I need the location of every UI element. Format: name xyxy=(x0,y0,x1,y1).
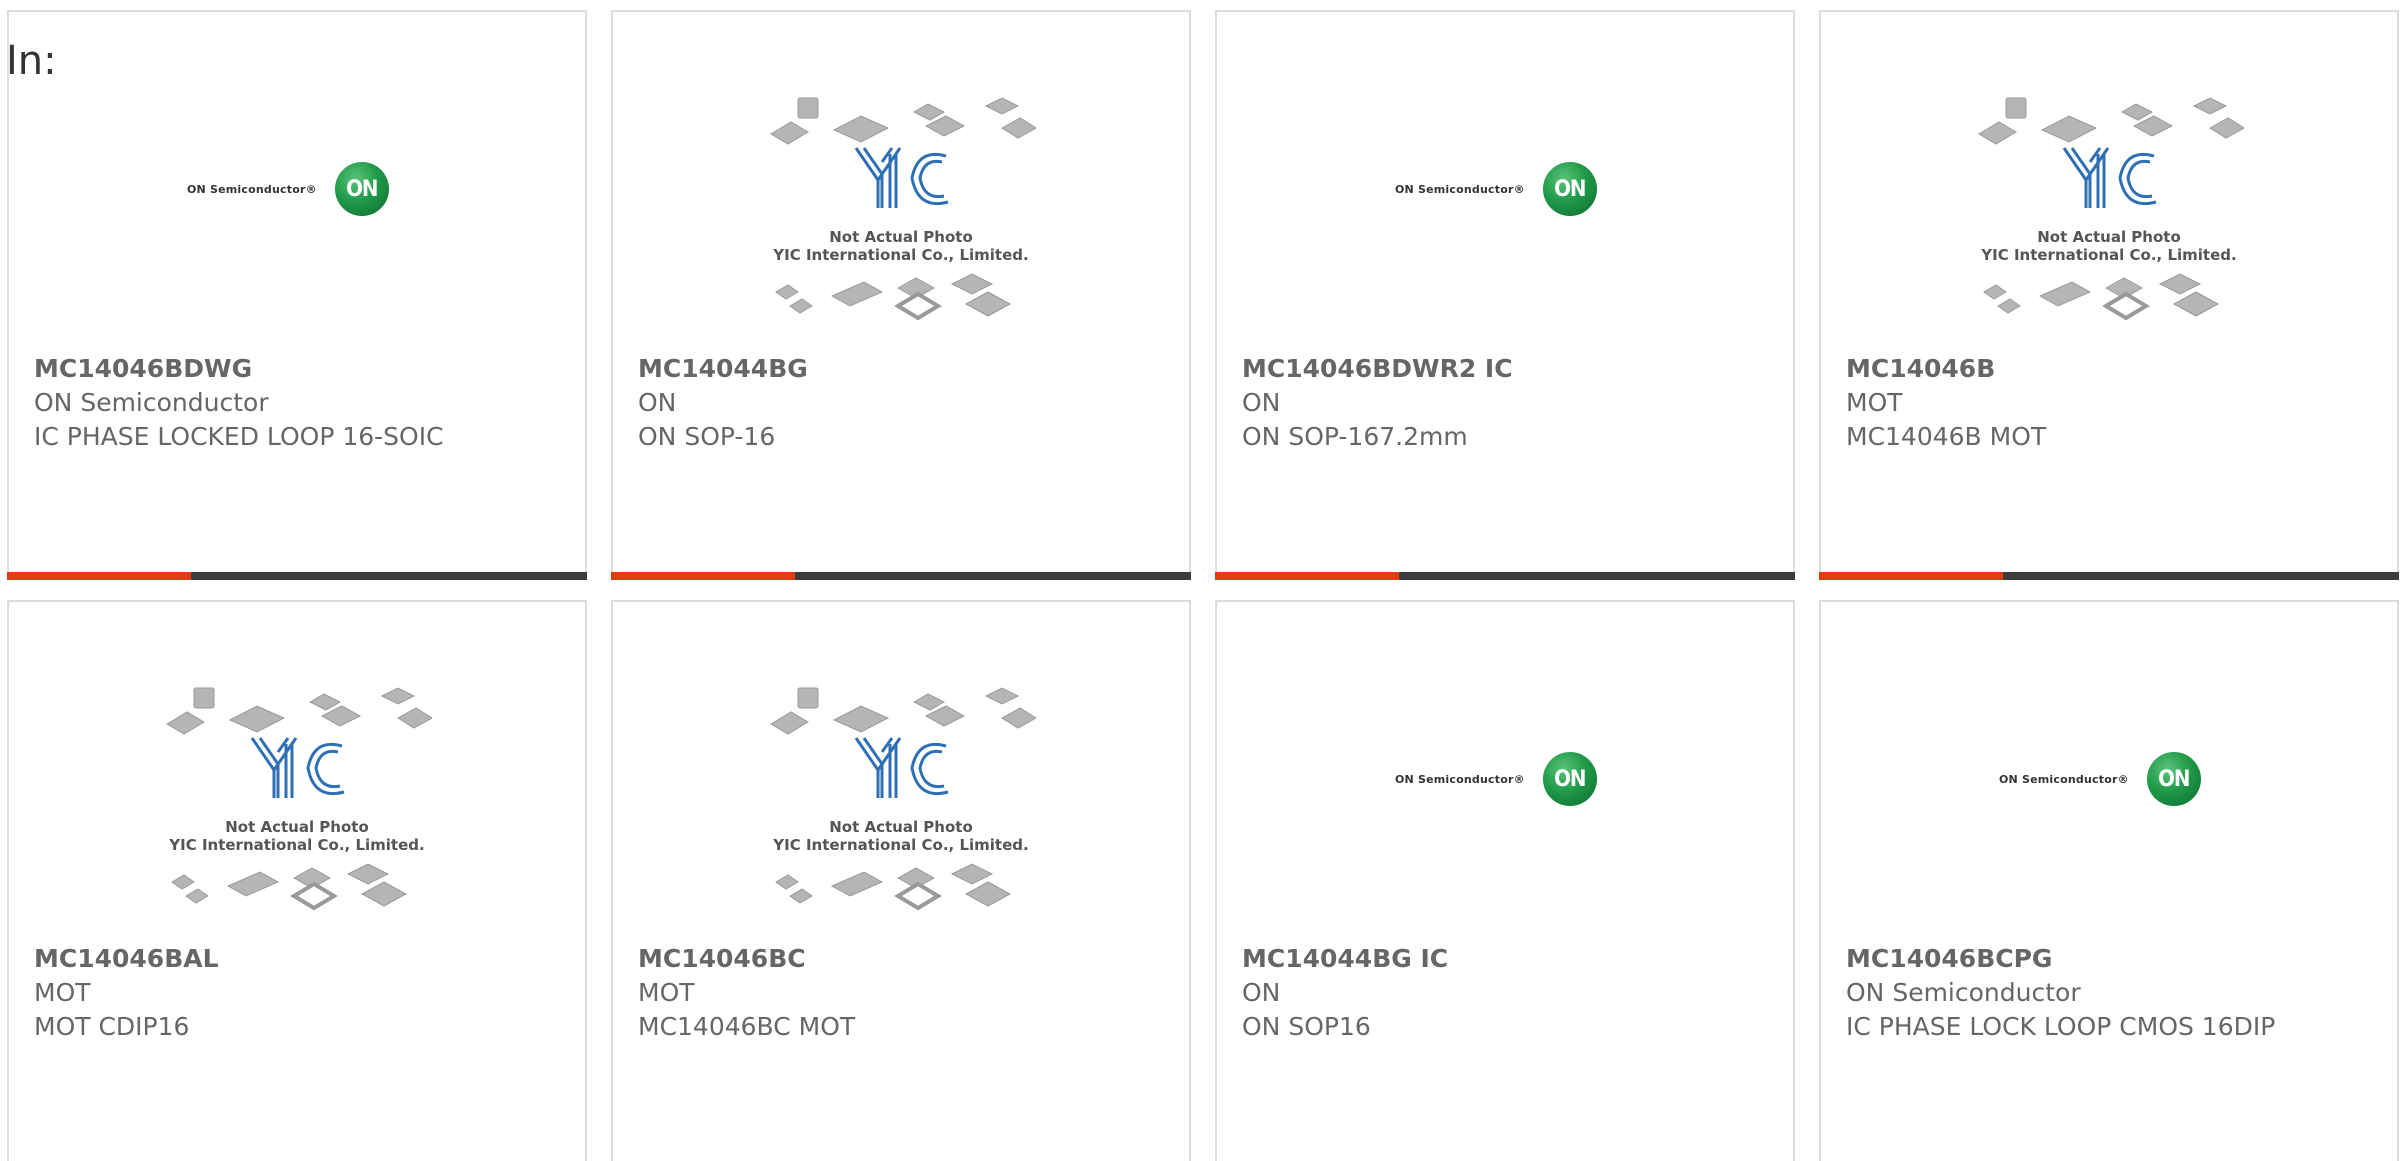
description: MOT CDIP16 xyxy=(34,1012,190,1041)
on-circle-icon: ON xyxy=(334,162,389,216)
product-image[interactable]: ON Semiconductor® ON xyxy=(1821,682,2397,952)
product-image[interactable]: Not Actual Photo YIC International Co., … xyxy=(613,92,1189,362)
chip-packages-icon xyxy=(1978,97,2245,321)
yic-placeholder-image: Not Actual Photo YIC International Co., … xyxy=(1974,92,2245,332)
manufacturer: MOT xyxy=(34,978,91,1007)
part-number-link[interactable]: MC14046BC xyxy=(638,942,1169,976)
product-image[interactable]: ON Semiconductor® ON xyxy=(9,92,585,362)
on-semiconductor-logo: ON Semiconductor® ON xyxy=(1395,752,1615,806)
yic-caption: Not Actual Photo YIC International Co., … xyxy=(169,818,425,854)
yic-placeholder-image: Not Actual Photo YIC International Co., … xyxy=(766,682,1037,922)
card-bottom-bar xyxy=(7,572,587,580)
manufacturer: ON Semiconductor xyxy=(34,388,269,417)
product-grid-page: In: ON Semiconductor® ON MC14046BDWG ON … xyxy=(0,0,2400,1161)
product-card[interactable]: ON Semiconductor® ON MC14044BG IC ON ON … xyxy=(1215,600,1795,1161)
manufacturer: ON xyxy=(638,388,677,417)
product-card[interactable]: Not Actual Photo YIC International Co., … xyxy=(611,10,1191,580)
manufacturer: MOT xyxy=(638,978,695,1007)
card-accent-bar xyxy=(7,572,191,580)
product-image[interactable]: Not Actual Photo YIC International Co., … xyxy=(1821,92,2397,362)
yic-caption: Not Actual Photo YIC International Co., … xyxy=(773,818,1029,854)
part-number-link[interactable]: MC14046BAL xyxy=(34,942,565,976)
product-image[interactable]: ON Semiconductor® ON xyxy=(1217,92,1793,362)
product-card[interactable]: ON Semiconductor® ON MC14046BCPG ON Semi… xyxy=(1819,600,2399,1161)
manufacturer: ON Semiconductor xyxy=(1846,978,2081,1007)
product-card[interactable]: Not Actual Photo YIC International Co., … xyxy=(611,600,1191,1161)
chip-packages-icon xyxy=(770,687,1037,911)
on-circle-icon: ON xyxy=(1542,752,1597,806)
card-bottom-bar xyxy=(1819,572,2399,580)
description: IC PHASE LOCK LOOP CMOS 16DIP xyxy=(1846,1012,2276,1041)
product-info: MC14044BG ON ON SOP-16 xyxy=(638,352,1169,454)
chip-packages-icon xyxy=(770,97,1037,321)
part-number-link[interactable]: MC14044BG IC xyxy=(1242,942,1773,976)
part-number-link[interactable]: MC14046BDWG xyxy=(34,352,565,386)
manufacturer: ON xyxy=(1242,388,1281,417)
product-card[interactable]: Not Actual Photo YIC International Co., … xyxy=(7,600,587,1161)
product-image[interactable]: Not Actual Photo YIC International Co., … xyxy=(613,682,1189,952)
part-number-link[interactable]: MC14044BG xyxy=(638,352,1169,386)
on-circle-icon: ON xyxy=(2146,752,2201,806)
product-info: MC14046BCPG ON Semiconductor IC PHASE LO… xyxy=(1846,942,2377,1044)
product-card[interactable]: ON Semiconductor® ON MC14046BDWG ON Semi… xyxy=(7,10,587,580)
card-bottom-bar xyxy=(611,572,1191,580)
product-image[interactable]: ON Semiconductor® ON xyxy=(1217,682,1793,952)
part-number-link[interactable]: MC14046BDWR2 IC xyxy=(1242,352,1773,386)
manufacturer: MOT xyxy=(1846,388,1903,417)
product-info: MC14046BDWG ON Semiconductor IC PHASE LO… xyxy=(34,352,565,454)
description: MC14046B MOT xyxy=(1846,422,2047,451)
part-number-link[interactable]: MC14046B xyxy=(1846,352,2377,386)
yic-placeholder-image: Not Actual Photo YIC International Co., … xyxy=(162,682,433,922)
yic-placeholder-image: Not Actual Photo YIC International Co., … xyxy=(766,92,1037,332)
description: IC PHASE LOCKED LOOP 16-SOIC xyxy=(34,422,444,451)
manufacturer: ON xyxy=(1242,978,1281,1007)
product-card[interactable]: ON Semiconductor® ON MC14046BDWR2 IC ON … xyxy=(1215,10,1795,580)
product-info: MC14044BG IC ON ON SOP16 xyxy=(1242,942,1773,1044)
part-number-link[interactable]: MC14046BCPG xyxy=(1846,942,2377,976)
card-accent-bar xyxy=(1819,572,2003,580)
card-bottom-bar xyxy=(1215,572,1795,580)
description: ON SOP-16 xyxy=(638,422,776,451)
description: MC14046BC MOT xyxy=(638,1012,856,1041)
on-semiconductor-logo: ON Semiconductor® ON xyxy=(1999,752,2219,806)
on-circle-icon: ON xyxy=(1542,162,1597,216)
card-accent-bar xyxy=(611,572,795,580)
in-label: In: xyxy=(6,38,57,84)
product-card[interactable]: Not Actual Photo YIC International Co., … xyxy=(1819,10,2399,580)
description: ON SOP-167.2mm xyxy=(1242,422,1468,451)
yic-caption: Not Actual Photo YIC International Co., … xyxy=(1981,228,2237,264)
product-image[interactable]: Not Actual Photo YIC International Co., … xyxy=(9,682,585,952)
yic-caption: Not Actual Photo YIC International Co., … xyxy=(773,228,1029,264)
on-semiconductor-logo: ON Semiconductor® ON xyxy=(187,162,407,216)
on-semiconductor-logo: ON Semiconductor® ON xyxy=(1395,162,1615,216)
product-info: MC14046B MOT MC14046B MOT xyxy=(1846,352,2377,454)
product-info: MC14046BDWR2 IC ON ON SOP-167.2mm xyxy=(1242,352,1773,454)
description: ON SOP16 xyxy=(1242,1012,1371,1041)
chip-packages-icon xyxy=(166,687,433,911)
product-info: MC14046BAL MOT MOT CDIP16 xyxy=(34,942,565,1044)
product-info: MC14046BC MOT MC14046BC MOT xyxy=(638,942,1169,1044)
card-accent-bar xyxy=(1215,572,1399,580)
